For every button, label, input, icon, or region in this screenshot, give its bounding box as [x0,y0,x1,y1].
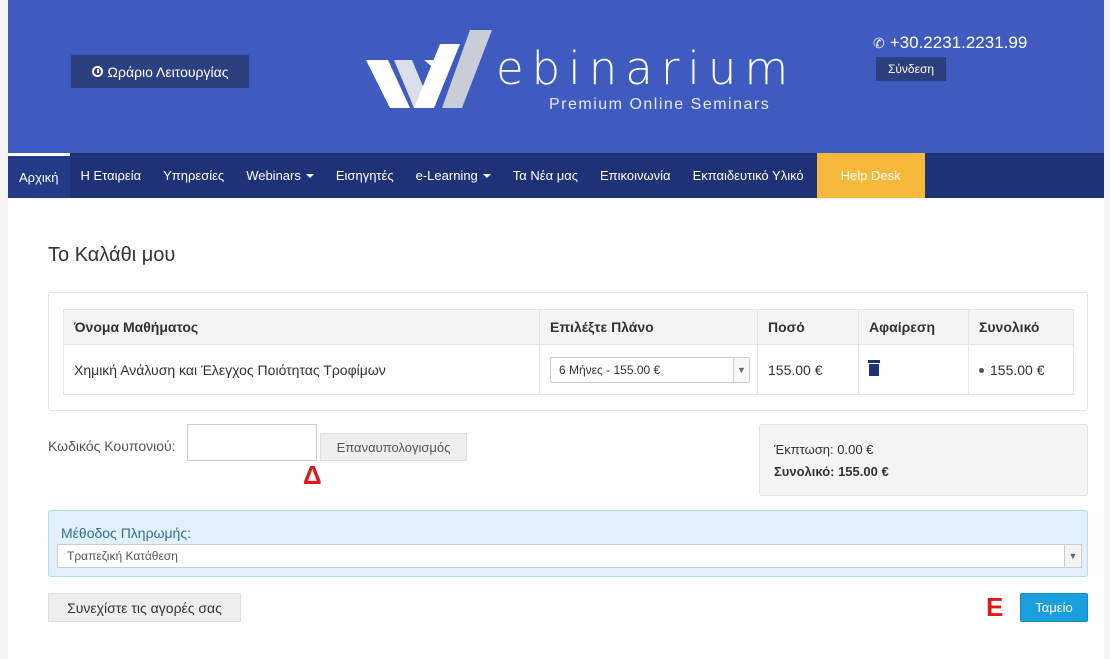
coupon-label: Κωδικός Κουπονιού: [48,438,176,454]
nav-item-helpdesk[interactable]: Help Desk [816,153,925,198]
site-header: Ωράριο Λειτουργίας ebinarium Premium Onl… [8,0,1104,153]
payment-method-panel: Μέθοδος Πληρωμής: Τραπεζική Κατάθεση ▼ [48,510,1088,577]
amount-cell: 155.00 € [757,344,859,395]
clock-icon [91,66,103,77]
nav-label: Αρχική [19,169,59,185]
payment-method-value: Τραπεζική Κατάθεση [67,549,178,563]
annotation-marker-e: Ε [986,592,1004,622]
login-button[interactable]: Σύνδεση [876,57,946,81]
nav-item-services[interactable]: Υπηρεσίες [152,153,235,198]
payment-method-select[interactable]: Τραπεζική Κατάθεση ▼ [57,544,1082,568]
nav-item-educational-material[interactable]: Εκπαιδευτικό Υλικό [682,153,815,198]
course-name-cell: Χημική Ανάλυση και Έλεγχος Ποιότητας Τρο… [63,344,540,395]
nav-item-webinars[interactable]: Webinars [235,153,325,198]
nav-label: Υπηρεσίες [163,168,225,183]
nav-label: Webinars [246,168,301,183]
coupon-input[interactable] [187,424,317,461]
chevron-down-icon: ▼ [733,357,749,382]
page-title: Το Καλάθι μου [48,244,176,266]
chevron-down-icon: ▼ [1064,545,1081,567]
right-gutter [1104,0,1110,659]
remove-cell [858,344,969,395]
nav-label: Η Εταιρεία [80,168,142,183]
left-gutter [0,0,8,659]
nav-item-elearning[interactable]: e-Learning [405,153,502,198]
phone-number[interactable]: ✆ +30.2231.2231.99 [873,33,1027,53]
caret-down-icon [482,173,491,178]
logo-w-icon [366,30,492,108]
payment-method-label: Μέθοδος Πληρωμής: [61,525,191,541]
nav-label: Επικοινωνία [600,168,671,183]
logo-text: ebinarium [496,42,797,95]
checkout-button[interactable]: Ταμείο [1020,593,1088,622]
trash-icon[interactable] [867,360,881,376]
nav-item-contact[interactable]: Επικοινωνία [589,153,682,198]
site-logo[interactable]: ebinarium Premium Online Seminars [366,26,788,122]
plan-select-value: 6 Μήνες - 155.00 € [559,362,661,377]
nav-label: Help Desk [840,168,901,183]
caret-down-icon [305,173,314,178]
nav-item-company[interactable]: Η Εταιρεία [70,153,153,198]
logo-subtitle: Premium Online Seminars [549,96,771,113]
row-total-value: 155.00 € [990,361,1045,378]
nav-label: Εκπαιδευτικό Υλικό [692,168,804,183]
nav-item-home[interactable]: Αρχική [8,153,70,198]
header-course-name: Όνομα Μαθήματος [63,309,540,345]
table-header-row: Όνομα Μαθήματος Επιλέξτε Πλάνο Ποσό Αφαί… [63,309,1074,345]
continue-shopping-button[interactable]: Συνεχίστε τις αγορές σας [48,593,241,622]
header-total: Συνολικό [968,309,1074,345]
nav-item-speakers[interactable]: Εισηγητές [325,153,405,198]
annotation-marker-d: Δ [303,460,322,490]
plan-select[interactable]: 6 Μήνες - 155.00 € ▼ [550,356,750,383]
cart-panel: Όνομα Μαθήματος Επιλέξτε Πλάνο Ποσό Αφαί… [48,292,1088,411]
cart-table: Όνομα Μαθήματος Επιλέξτε Πλάνο Ποσό Αφαί… [63,309,1074,395]
nav-item-news[interactable]: Τα Νέα μας [502,153,589,198]
plan-cell: 6 Μήνες - 155.00 € ▼ [539,344,758,395]
header-amount: Ποσό [757,309,859,345]
phone-text: +30.2231.2231.99 [889,33,1028,52]
header-remove: Αφαίρεση [858,309,969,345]
discount-text: Έκπτωση: 0.00 € [774,442,874,457]
phone-icon: ✆ [873,34,885,51]
totals-panel: Έκπτωση: 0.00 € Συνολικό: 155.00 € [759,424,1088,496]
nav-label: Τα Νέα μας [512,168,579,183]
total-text: Συνολικό: 155.00 € [774,464,889,479]
total-cell: 155.00 € [968,344,1074,395]
opening-hours-button[interactable]: Ωράριο Λειτουργίας [71,55,249,88]
table-row: Χημική Ανάλυση και Έλεγχος Ποιότητας Τρο… [63,344,1074,395]
nav-label: e-Learning [415,168,478,183]
header-plan: Επιλέξτε Πλάνο [539,309,758,345]
nav-label: Εισηγητές [335,168,394,183]
recalculate-button[interactable]: Επαναυπολογισμός [320,433,467,461]
bullet-icon [979,368,984,374]
opening-hours-label: Ωράριο Λειτουργίας [107,63,229,80]
main-nav: Αρχική Η Εταιρεία Υπηρεσίες Webinars Εισ… [8,153,1104,198]
